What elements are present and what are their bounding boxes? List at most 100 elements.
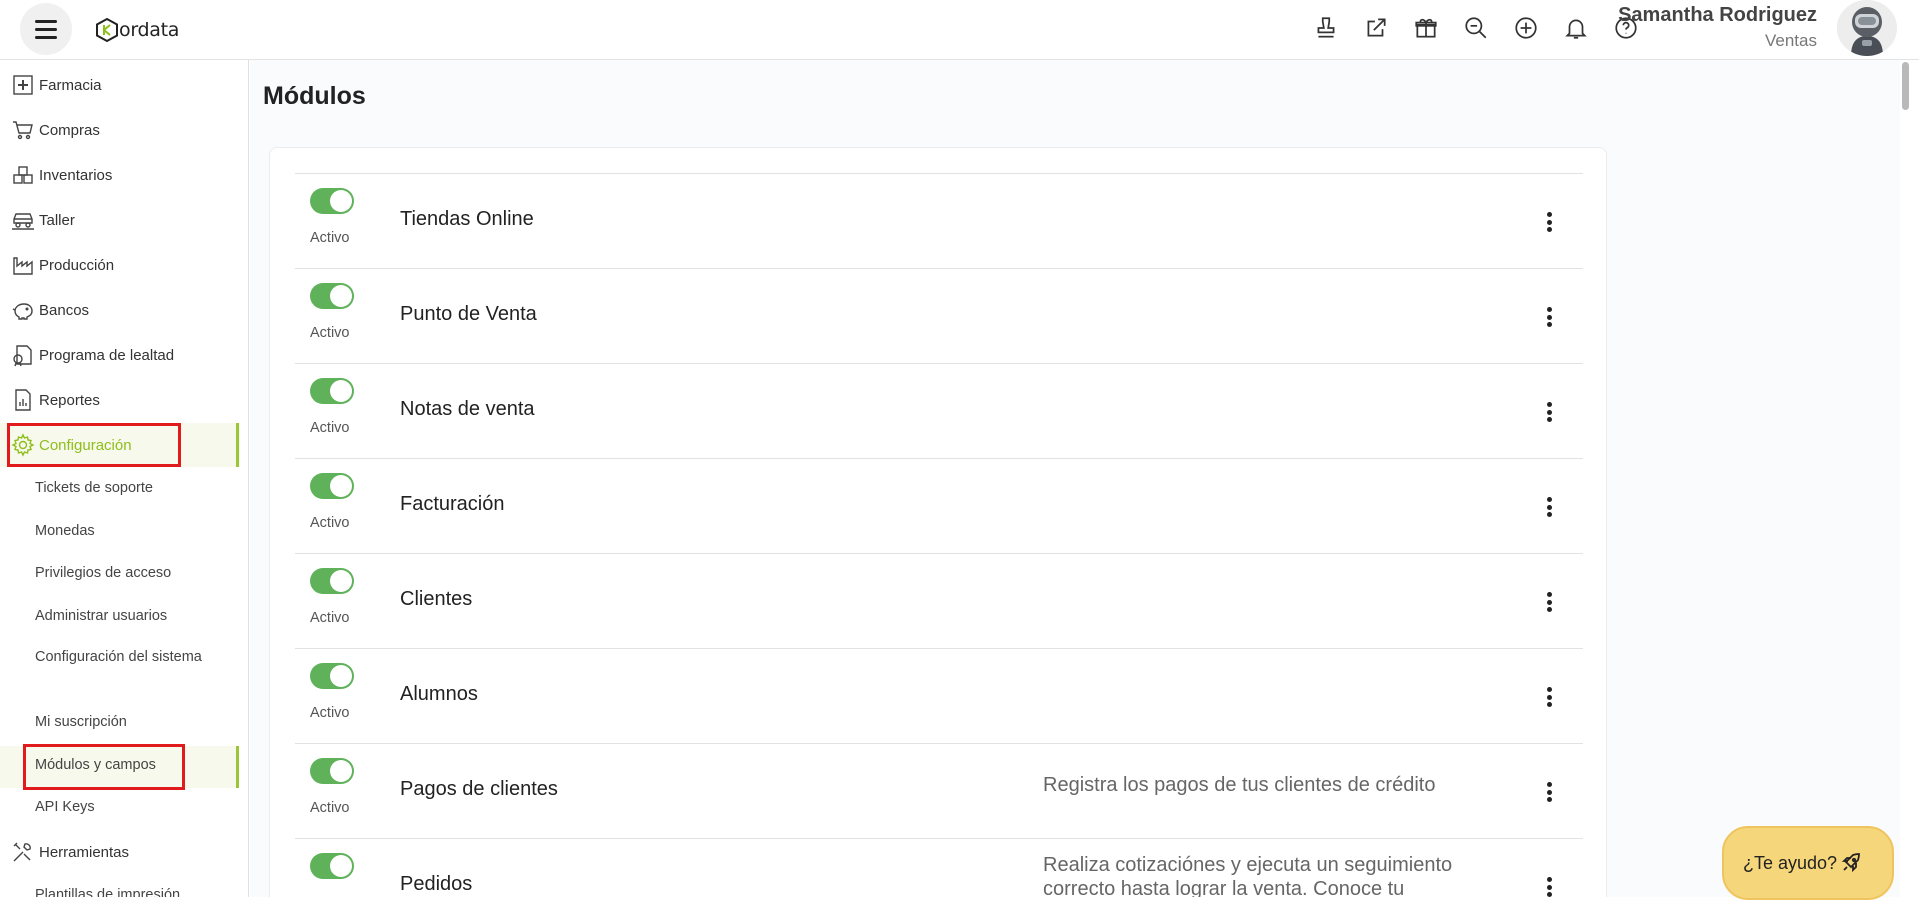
sidebar-item-bancos[interactable]: Bancos (0, 288, 240, 332)
cart-icon (9, 116, 37, 144)
add-circle-icon[interactable] (1510, 12, 1542, 44)
module-status: Activo (310, 610, 350, 626)
app-logo[interactable]: ordata (96, 16, 179, 44)
module-status: Activo (310, 230, 350, 246)
module-toggle[interactable] (310, 568, 354, 594)
main-content: Módulos Activo Tiendas Online Activo Punto … (250, 60, 1900, 897)
sidebar-item-inventarios[interactable]: Inventarios (0, 153, 240, 197)
scrollbar-thumb[interactable] (1902, 62, 1909, 110)
module-name: Alumnos (400, 683, 478, 705)
module-name: Clientes (400, 588, 473, 610)
more-options-icon[interactable] (1537, 400, 1561, 424)
logo-mark-icon (96, 18, 118, 42)
module-name: Facturación (400, 493, 505, 515)
more-options-icon[interactable] (1537, 495, 1561, 519)
sub-item-monedas[interactable]: Monedas (35, 520, 205, 542)
car-icon (9, 206, 37, 234)
gear-icon (9, 431, 37, 459)
top-bar: ordata Samantha Rodriguez Ventas (0, 0, 1919, 60)
factory-icon (9, 251, 37, 279)
module-status: Activo (310, 705, 350, 721)
active-sub-indicator (236, 746, 239, 788)
module-toggle[interactable] (310, 853, 354, 879)
module-row: Activo Tiendas Online (295, 173, 1583, 268)
module-toggle[interactable] (310, 473, 354, 499)
modules-card: Activo Tiendas Online Activo Punto de Venta… (269, 147, 1607, 897)
module-toggle[interactable] (310, 378, 354, 404)
hamburger-icon (35, 17, 57, 41)
gift-icon[interactable] (1410, 12, 1442, 44)
report-icon (9, 386, 37, 414)
module-row: Activo Pagos de clientes Registra los pago… (295, 743, 1583, 838)
sub-item-tickets[interactable]: Tickets de soporte (35, 477, 205, 499)
sidebar-item-label: Farmacia (39, 76, 102, 94)
stamp-icon[interactable] (1310, 12, 1342, 44)
more-options-icon[interactable] (1537, 780, 1561, 804)
sub-item-api-keys[interactable]: API Keys (35, 796, 205, 818)
sidebar-item-taller[interactable]: Taller (0, 198, 240, 242)
page-title: Módulos (263, 82, 366, 110)
sub-item-privilegios[interactable]: Privilegios de acceso (35, 562, 205, 584)
tools-icon (9, 838, 37, 866)
menu-toggle-button[interactable] (20, 3, 72, 55)
sidebar-item-farmacia[interactable]: Farmacia (0, 63, 240, 107)
sidebar-item-reportes[interactable]: Reportes (0, 378, 240, 422)
more-options-icon[interactable] (1537, 875, 1561, 897)
external-link-icon[interactable] (1360, 12, 1392, 44)
sidebar-item-produccion[interactable]: Producción (0, 243, 240, 287)
sidebar-item-herramientas[interactable]: Herramientas (0, 830, 240, 874)
user-name: Samantha Rodriguez (1618, 4, 1817, 26)
module-toggle[interactable] (310, 283, 354, 309)
astronaut-avatar-icon (1837, 0, 1897, 56)
sub-item-configuracion-sistema[interactable]: Configuración del sistema (35, 646, 205, 668)
module-name: Punto de Venta (400, 303, 537, 325)
module-toggle[interactable] (310, 188, 354, 214)
sidebar-item-label: Programa de lealtad (39, 346, 175, 364)
more-options-icon[interactable] (1537, 305, 1561, 329)
user-info[interactable]: Samantha Rodriguez Ventas (1618, 2, 1817, 54)
sub-item-modulos[interactable]: Módulos y campos (35, 754, 205, 776)
sidebar-item-lealtad[interactable]: Programa de lealtad (0, 333, 240, 377)
sub-item-suscripcion[interactable]: Mi suscripción (35, 711, 205, 733)
sidebar-item-label: Inventarios (39, 166, 113, 184)
user-role: Ventas (1765, 31, 1817, 50)
module-name: Notas de venta (400, 398, 535, 420)
piggy-bank-icon (9, 296, 37, 324)
sidebar-item-label: Compras (39, 121, 100, 139)
sidebar: Farmacia Compras Inventarios Taller Prod… (0, 60, 249, 897)
sub-item-usuarios[interactable]: Administrar usuarios (35, 605, 205, 627)
boxes-icon (9, 161, 37, 189)
sub-item-plantillas[interactable]: Plantillas de impresión (35, 884, 205, 897)
sidebar-item-label: Herramientas (39, 843, 130, 861)
module-row: Activo Facturación (295, 458, 1583, 553)
module-row: Pedidos Realiza cotizaciónes y ejecuta un… (295, 838, 1583, 897)
avatar[interactable] (1837, 0, 1897, 56)
module-name: Tiendas Online (400, 208, 534, 230)
more-options-icon[interactable] (1537, 210, 1561, 234)
module-status: Activo (310, 325, 350, 341)
loyalty-icon (9, 341, 37, 369)
sidebar-item-configuracion[interactable]: Configuración (0, 423, 240, 467)
bell-icon[interactable] (1560, 12, 1592, 44)
module-row: Activo Punto de Venta (295, 268, 1583, 363)
active-indicator (236, 423, 239, 467)
sidebar-item-label: Configuración (39, 436, 132, 454)
module-status: Activo (310, 515, 350, 531)
more-options-icon[interactable] (1537, 685, 1561, 709)
scrollbar[interactable] (1901, 60, 1911, 897)
module-status: Activo (310, 800, 350, 816)
module-description: Registra los pagos de tus clientes de cr… (1043, 774, 1436, 796)
sidebar-item-compras[interactable]: Compras (0, 108, 240, 152)
module-toggle[interactable] (310, 663, 354, 689)
sidebar-item-label: Taller (39, 211, 75, 229)
help-button[interactable]: ¿Te ayudo? (1722, 826, 1894, 900)
rocket-icon (1841, 853, 1860, 873)
sidebar-item-label: Producción (39, 256, 115, 274)
more-options-icon[interactable] (1537, 590, 1561, 614)
module-name: Pedidos (400, 873, 473, 895)
module-toggle[interactable] (310, 758, 354, 784)
search-zoom-icon[interactable] (1460, 12, 1492, 44)
module-description: Realiza cotizaciónes y ejecuta un seguim… (1043, 854, 1453, 897)
help-button-label: ¿Te ayudo? (1743, 852, 1838, 873)
toolbar-icons (1310, 12, 1660, 44)
